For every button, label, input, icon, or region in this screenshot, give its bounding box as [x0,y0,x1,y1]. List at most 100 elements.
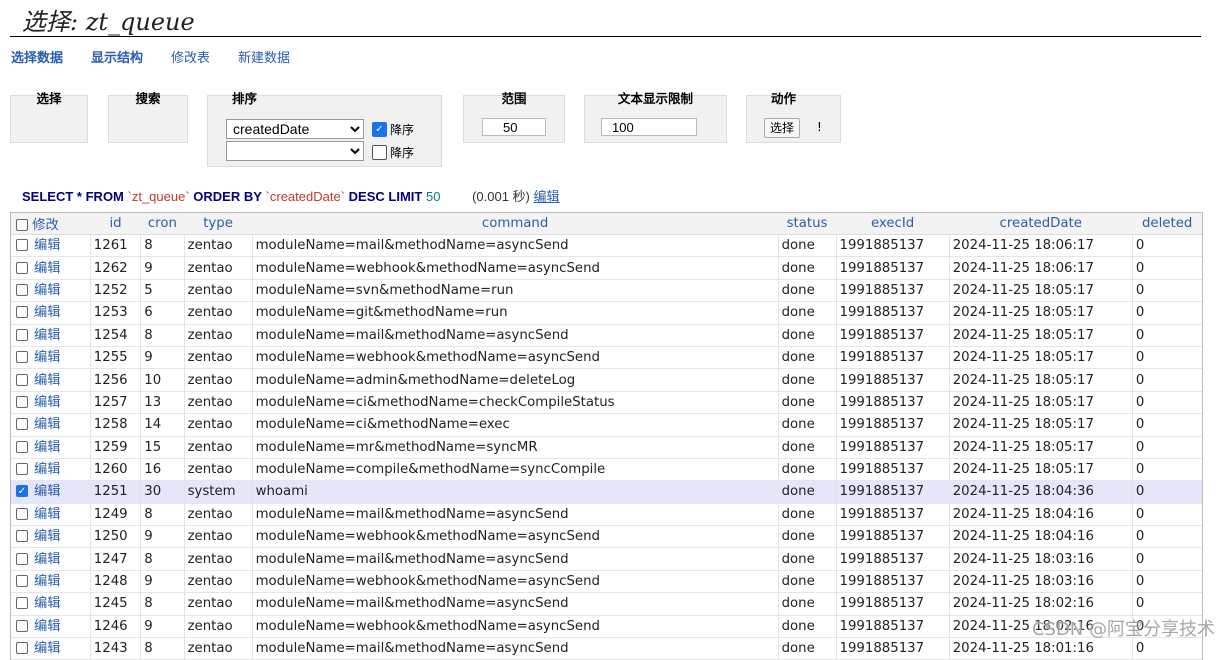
row-edit-link[interactable]: 编辑 [31,458,90,480]
nav-new-item[interactable]: 新建数据 [238,47,290,66]
row-checkbox[interactable] [16,463,28,476]
sql-edit-link[interactable]: 编辑 [534,189,560,204]
row-edit-link[interactable]: 编辑 [31,593,90,615]
row-select-cell[interactable] [11,369,31,391]
range-limit-input[interactable]: 50 [482,118,546,136]
cell-command: moduleName=mail&methodName=asyncSend [251,234,779,257]
cell-cron: 30 [140,480,185,504]
header-deleted[interactable]: deleted [1132,213,1202,235]
sort-desc-2-checkbox[interactable] [372,145,387,160]
nav-show-structure[interactable]: 显示结构 [91,47,143,66]
row-edit-link[interactable]: 编辑 [31,346,90,368]
row-edit-link[interactable]: 编辑 [31,503,90,525]
row-edit-link[interactable]: 编辑 [31,369,90,391]
nav-alter-table[interactable]: 修改表 [171,47,210,66]
search-panel[interactable]: 搜索 [108,91,188,143]
cell-deleted: 0 [1131,279,1202,302]
row-select-cell[interactable] [11,324,31,346]
row-edit-link[interactable]: 编辑 [31,414,90,436]
row-select-cell[interactable] [11,593,31,615]
row-checkbox[interactable] [16,351,28,364]
row-edit-link[interactable]: 编辑 [31,257,90,279]
sort-desc-1-checkbox[interactable]: ✓ [372,122,387,137]
cell-cron: 8 [140,234,185,257]
row-select-cell[interactable] [11,436,31,458]
row-select-cell[interactable] [11,548,31,570]
row-select-cell[interactable] [11,615,31,637]
row-edit-link[interactable]: 编辑 [31,391,90,413]
header-cron[interactable]: cron [140,213,185,235]
row-checkbox[interactable] [16,440,28,453]
row-select-cell[interactable] [11,391,31,413]
select-panel[interactable]: 选择 [10,91,88,143]
header-edit-col[interactable]: 修改 [11,213,91,235]
header-createddate[interactable]: createdDate [949,213,1133,235]
row-checkbox[interactable] [16,530,28,543]
select-all-checkbox[interactable] [16,219,28,231]
row-checkbox[interactable] [16,328,28,341]
row-checkbox[interactable] [16,597,28,610]
cell-cron: 5 [140,279,185,302]
row-checkbox[interactable] [16,642,28,655]
header-command[interactable]: command [252,213,779,235]
row-checkbox[interactable] [16,418,28,431]
row-edit-link[interactable]: 编辑 [31,638,90,660]
row-edit-link[interactable]: 编辑 [31,279,90,301]
cell-command: moduleName=mail&methodName=asyncSend [251,592,779,616]
page-title: 选择: zt_queue [22,8,195,36]
text-limit-input[interactable]: 100 [601,118,697,136]
row-checkbox[interactable] [16,619,28,632]
row-checkbox[interactable]: ✓ [16,485,28,498]
row-checkbox[interactable] [16,373,28,386]
row-checkbox[interactable] [16,283,28,296]
row-edit-link[interactable]: 编辑 [31,302,90,324]
row-select-cell[interactable] [11,570,31,592]
sql-table-name: `zt_queue` [127,189,190,204]
header-status[interactable]: status [778,213,836,235]
row-edit-link[interactable]: 编辑 [31,615,90,637]
row-select-cell[interactable] [11,302,31,324]
table-row: 编辑 1256 10 zentao moduleName=admin&methodNam… [11,368,1202,392]
row-checkbox[interactable] [16,552,28,565]
row-select-cell[interactable] [11,526,31,548]
row-select-cell[interactable] [11,235,31,257]
row-edit-link[interactable]: 编辑 [31,548,90,570]
row-edit-link[interactable]: 编辑 [31,324,90,346]
row-select-cell[interactable] [11,346,31,368]
row-edit-link[interactable]: 编辑 [31,570,90,592]
table-row: 编辑 1249 8 zentao moduleName=mail&methodName=… [11,503,1202,526]
row-checkbox[interactable] [16,575,28,588]
row-checkbox[interactable] [16,306,28,319]
row-select-cell[interactable] [11,503,31,525]
cell-deleted: 0 [1131,346,1202,369]
header-type[interactable]: type [184,213,253,235]
sort-desc-2[interactable]: 降序 [372,144,414,161]
search-panel-legend[interactable]: 搜索 [109,88,187,107]
row-edit-link[interactable]: 编辑 [31,235,90,257]
sort-desc-1[interactable]: ✓ 降序 [372,121,414,138]
row-checkbox[interactable] [16,395,28,408]
header-id[interactable]: id [90,213,141,235]
nav-select-data[interactable]: 选择数据 [11,47,63,66]
cell-deleted: 0 [1131,570,1202,593]
row-select-cell[interactable] [11,279,31,301]
row-checkbox[interactable] [16,507,28,520]
row-edit-link[interactable]: 编辑 [31,480,91,504]
sort-field-select[interactable]: createdDate [226,119,364,139]
select-panel-legend[interactable]: 选择 [11,88,87,107]
row-checkbox[interactable] [16,239,28,252]
header-execid[interactable]: execId [836,213,950,235]
row-select-cell[interactable] [11,458,31,480]
row-select-cell[interactable]: ✓ [11,480,31,504]
sort-field-select-2[interactable] [226,141,364,161]
row-select-cell[interactable] [11,414,31,436]
row-checkbox[interactable] [16,261,28,274]
select-button[interactable]: 选择 [764,118,801,138]
cell-cron: 8 [140,324,185,347]
text-limit-panel: 文本显示限制 100 [584,91,727,143]
row-select-cell[interactable] [11,257,31,279]
row-edit-link[interactable]: 编辑 [31,436,90,458]
row-edit-link[interactable]: 编辑 [31,526,90,548]
row-select-cell[interactable] [11,638,31,660]
cell-cron: 13 [140,391,185,414]
